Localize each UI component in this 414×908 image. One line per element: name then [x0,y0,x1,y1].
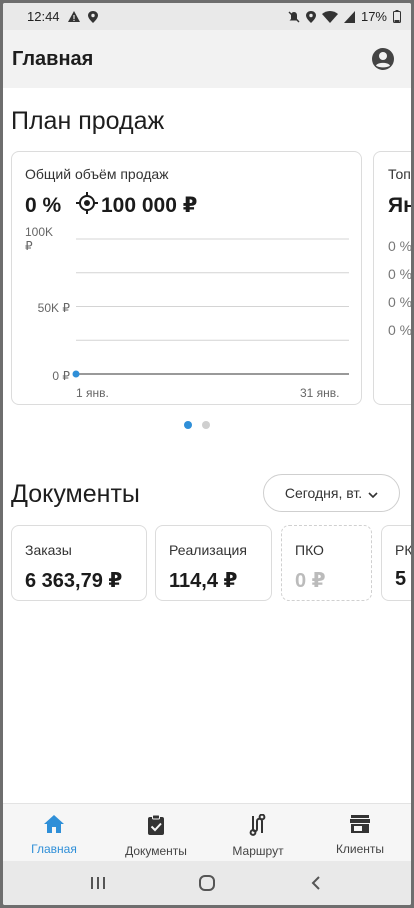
sales-plan-title: План продаж [11,107,165,135]
app-bar: Главная [3,30,411,88]
doc-card-value: 5 [395,568,407,590]
recent-apps-button[interactable] [78,868,118,898]
store-icon [349,814,371,839]
sales-chart [72,238,349,378]
nav-label: Маршрут [232,844,284,858]
mute-icon [288,11,300,23]
nav-label: Документы [125,844,187,858]
clipboard-check-icon [147,814,165,841]
warning-icon [67,11,80,22]
home-icon [43,814,65,839]
doc-card-value: 6 363,79 ₽ [25,570,123,592]
battery-icon [393,10,401,23]
back-button[interactable] [296,868,336,898]
doc-card-value: 0 ₽ [295,570,326,592]
clock: 12:44 [27,9,60,24]
doc-card-label: Реализация [169,542,247,558]
doc-card-sales[interactable]: Реализация 114,4 ₽ [155,525,272,601]
data-point [72,370,80,378]
location-icon [305,10,316,23]
nav-clients[interactable]: Клиенты [309,804,411,861]
carousel-indicator [184,421,210,429]
bottom-nav: Главная Документы Маршрут Клиенты [3,803,411,861]
carousel-dot-active[interactable] [184,421,192,429]
battery-percent: 17% [360,9,387,24]
doc-card-rko[interactable]: РК 5 [381,525,411,601]
peek-row: 0 % [388,266,411,282]
signal-icon [343,10,355,23]
sales-volume-card[interactable]: Общий объём продаж 0 % 100 000 ₽ 100K ₽ … [11,151,362,405]
route-icon [248,813,268,841]
documents-title: Документы [11,480,140,508]
peek-row: 0 % [388,322,411,338]
account-icon[interactable] [371,47,395,71]
doc-card-pko[interactable]: ПКО 0 ₽ [281,525,372,601]
page-title: Главная [12,47,94,70]
doc-card-label: ПКО [295,542,324,558]
nav-label: Главная [31,842,77,856]
doc-card-orders[interactable]: Заказы 6 363,79 ₽ [11,525,147,601]
period-label: Сегодня, вт. [284,485,363,501]
wifi-icon [321,10,338,23]
carousel-dot[interactable] [202,421,210,429]
peek-card-title: Топ [388,166,411,182]
chevron-down-icon [368,485,378,501]
x-tick-label: 31 янв. [300,386,340,400]
doc-card-label: Заказы [25,542,72,558]
nav-documents[interactable]: Документы [105,804,207,861]
top-products-card[interactable]: Топ Ян 0 % 0 % 0 % 0 % [373,151,411,405]
doc-card-label: РК [395,542,411,558]
screen: 12:44 17% Главная План продаж Общий объё… [3,3,411,905]
nav-route[interactable]: Маршрут [207,804,309,861]
location-icon [87,10,98,23]
system-nav-bar [3,861,411,905]
doc-card-value: 114,4 ₽ [169,570,238,592]
peek-row: 0 % [388,294,411,310]
period-selector[interactable]: Сегодня, вт. [263,474,400,512]
nav-home[interactable]: Главная [3,804,105,861]
peek-card-headline: Ян [388,194,411,217]
nav-label: Клиенты [335,842,385,856]
x-tick-label: 1 янв. [76,386,109,400]
status-bar: 12:44 17% [3,3,411,30]
peek-row: 0 % [388,238,411,254]
home-button[interactable] [187,868,227,898]
